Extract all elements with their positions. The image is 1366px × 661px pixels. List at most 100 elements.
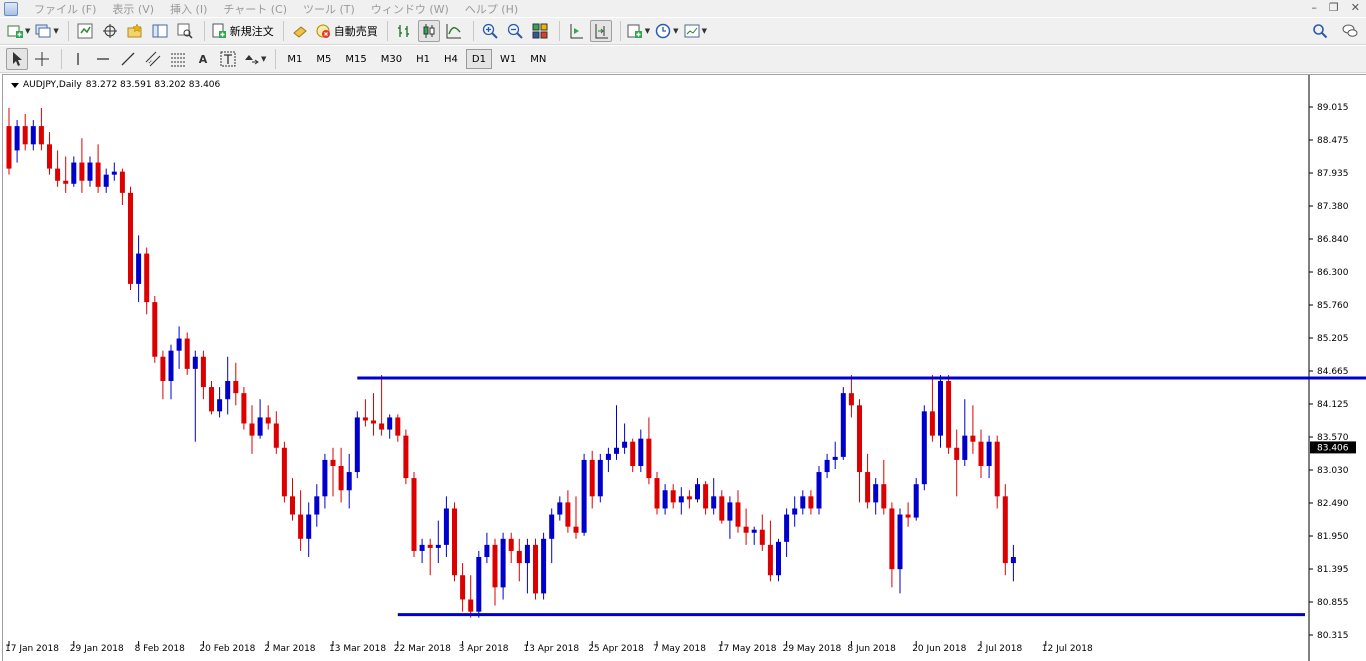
timeframe-m5-button[interactable]: M5 xyxy=(310,49,337,69)
vertical-line-button[interactable] xyxy=(67,48,89,70)
navigator-button[interactable] xyxy=(124,20,146,42)
candle-body xyxy=(338,465,344,491)
candle-body xyxy=(881,484,887,509)
zoom-out-button[interactable] xyxy=(504,20,526,42)
candle-body xyxy=(176,338,182,351)
menu-chart[interactable]: チャート (C) xyxy=(215,1,295,17)
candle-body xyxy=(913,484,919,518)
candle-body xyxy=(468,599,474,612)
arrows-button[interactable]: ▼ xyxy=(242,48,267,70)
candle-body xyxy=(241,393,247,424)
clock-icon xyxy=(655,23,671,39)
chart-shift-button[interactable] xyxy=(589,20,612,42)
candle-body xyxy=(792,508,798,515)
timeframe-mn-button[interactable]: MN xyxy=(524,49,552,69)
line-chart-icon xyxy=(446,24,461,39)
profiles-icon xyxy=(35,24,51,38)
tile-windows-button[interactable] xyxy=(529,20,551,42)
market-watch-button[interactable] xyxy=(74,20,96,42)
horizontal-line-icon xyxy=(97,58,109,60)
text-label-icon xyxy=(220,51,236,67)
restore-icon[interactable]: ❐ xyxy=(1329,1,1339,14)
price-tick-label: 81.950 xyxy=(1317,532,1349,542)
candle-body xyxy=(443,508,449,545)
candle-body xyxy=(322,459,328,497)
menu-view[interactable]: 表示 (V) xyxy=(104,1,162,17)
bar-chart-button[interactable] xyxy=(393,20,415,42)
candle-body xyxy=(71,162,77,184)
timeframe-w1-button[interactable]: W1 xyxy=(494,49,522,69)
candle-body xyxy=(395,417,401,436)
time-tick-label: 12 Jul 2018 xyxy=(1042,644,1093,654)
metaeditor-button[interactable] xyxy=(289,20,311,42)
menu-insert[interactable]: 挿入 (I) xyxy=(162,1,215,17)
time-tick-label: 20 Jun 2018 xyxy=(912,644,966,654)
trendline-button[interactable] xyxy=(117,48,139,70)
price-chart[interactable]: 89.015 88.475 87.935 87.380 86.840 86.300 85.7… xyxy=(3,75,1366,661)
candle-body xyxy=(670,490,676,503)
zoom-in-button[interactable] xyxy=(479,20,501,42)
fibonacci-button[interactable] xyxy=(167,48,189,70)
search-icon[interactable] xyxy=(1312,23,1328,39)
time-tick-label: 8 Feb 2018 xyxy=(135,644,186,654)
candle-body xyxy=(500,538,506,588)
symbol-label: AUDJPY,Daily xyxy=(23,80,82,90)
data-window-button[interactable] xyxy=(99,20,121,42)
timeframe-h4-button[interactable]: H4 xyxy=(438,49,464,69)
fibonacci-icon xyxy=(171,53,185,67)
equidistant-channel-button[interactable] xyxy=(142,48,164,70)
cursor-button[interactable] xyxy=(6,48,28,70)
candle-body xyxy=(873,484,879,503)
auto-trading-button[interactable]: 自動売買 xyxy=(314,20,379,42)
close-icon[interactable]: ✕ xyxy=(1351,1,1360,14)
terminal-button[interactable] xyxy=(149,20,171,42)
timeframe-m15-button[interactable]: M15 xyxy=(339,49,372,69)
candle-body xyxy=(848,393,854,406)
timeframe-h1-button[interactable]: H1 xyxy=(410,49,436,69)
indicators-button[interactable]: ▼ xyxy=(626,20,651,42)
candle-body xyxy=(200,356,206,388)
minimize-icon[interactable]: – xyxy=(1311,1,1317,14)
auto-scroll-icon xyxy=(570,24,583,39)
timeframe-m30-button[interactable]: M30 xyxy=(375,49,408,69)
candle-body xyxy=(508,538,514,551)
candle-body xyxy=(524,544,530,564)
text-button[interactable]: A xyxy=(192,48,214,70)
candle-body xyxy=(638,438,644,466)
candlestick-chart-button[interactable] xyxy=(417,20,440,42)
candle-body xyxy=(136,253,142,284)
chart-window[interactable]: 89.015 88.475 87.935 87.380 86.840 86.300 85.7… xyxy=(2,74,1366,661)
crosshair-icon xyxy=(35,52,49,66)
price-tick-label: 87.935 xyxy=(1317,169,1349,179)
text-icon: A xyxy=(198,52,208,66)
arrows-icon xyxy=(245,55,259,65)
candle-body xyxy=(22,126,28,145)
menu-help[interactable]: ヘルプ (H) xyxy=(457,1,526,17)
chat-icon[interactable] xyxy=(1342,23,1358,39)
timeframe-m1-button[interactable]: M1 xyxy=(281,49,308,69)
channel-icon xyxy=(145,51,161,67)
candle-body xyxy=(605,453,611,460)
candle-body xyxy=(857,405,862,473)
profiles-button[interactable]: ▼ xyxy=(34,20,59,42)
auto-scroll-button[interactable] xyxy=(565,20,587,42)
candle-body xyxy=(111,171,117,175)
candle-body xyxy=(905,514,911,518)
text-label-button[interactable] xyxy=(217,48,239,70)
timeframe-d1-button[interactable]: D1 xyxy=(465,49,492,69)
new-chart-button[interactable]: ▼ xyxy=(6,20,31,42)
line-chart-button[interactable] xyxy=(443,20,465,42)
dropdown-triangle-icon[interactable] xyxy=(11,82,19,88)
new-order-button[interactable]: 新規注文 xyxy=(210,20,275,42)
templates-button[interactable]: ▼ xyxy=(683,20,708,42)
candle-body xyxy=(800,496,806,509)
candle-body xyxy=(557,502,563,515)
menu-window[interactable]: ウィンドウ (W) xyxy=(363,1,457,17)
candle-body xyxy=(306,514,312,539)
menu-file[interactable]: ファイル (F) xyxy=(26,1,104,17)
strategy-tester-button[interactable] xyxy=(174,20,196,42)
horizontal-line-button[interactable] xyxy=(92,48,114,70)
periodicity-button[interactable]: ▼ xyxy=(654,20,679,42)
menu-tools[interactable]: ツール (T) xyxy=(295,1,363,17)
crosshair-button[interactable] xyxy=(31,48,53,70)
